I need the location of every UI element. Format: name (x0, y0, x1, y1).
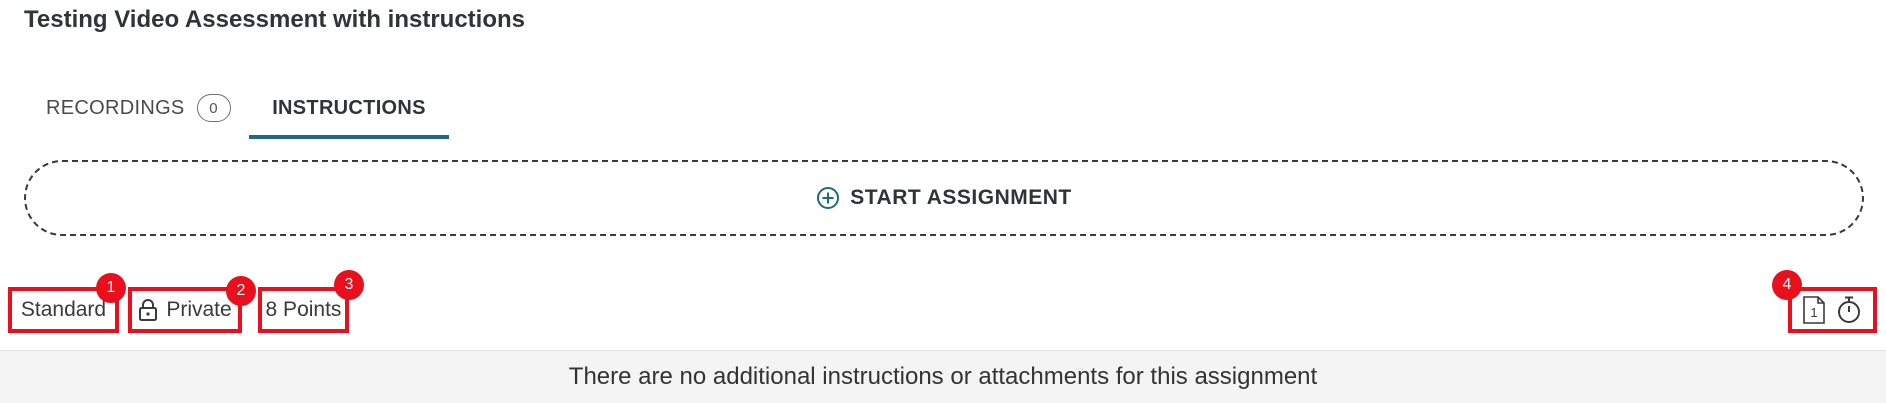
plus-circle-icon (817, 187, 840, 209)
annotation-badge-3: 3 (334, 270, 364, 300)
tab-instructions[interactable]: INSTRUCTIONS (249, 78, 449, 138)
timer-icon[interactable] (1835, 295, 1863, 325)
assignment-points-label: 8 Points (265, 298, 342, 321)
annotation-badge-2: 2 (226, 276, 256, 306)
assignment-type-label: Standard (20, 298, 107, 321)
active-tab-indicator (249, 135, 449, 139)
assignment-visibility-label: Private (166, 298, 232, 321)
assignment-settings-icons: 1 (1788, 287, 1877, 333)
page-count-icon[interactable]: 1 (1802, 295, 1826, 325)
tab-instructions-label: INSTRUCTIONS (272, 96, 426, 119)
assignment-page: Testing Video Assessment with instructio… (0, 0, 1886, 403)
start-assignment-label: START ASSIGNMENT (850, 186, 1072, 209)
page-count-number: 1 (1811, 305, 1818, 320)
recordings-count-badge: 0 (196, 94, 231, 122)
start-assignment-button[interactable]: START ASSIGNMENT (24, 160, 1864, 236)
lock-icon (139, 299, 158, 321)
empty-instructions-text: There are no additional instructions or … (568, 363, 1318, 390)
assignment-visibility: Private (128, 287, 242, 333)
page-title: Testing Video Assessment with instructio… (24, 6, 525, 33)
empty-instructions-message: There are no additional instructions or … (0, 351, 1886, 403)
assignment-points: 8 Points (258, 287, 349, 333)
tab-recordings-label: RECORDINGS (46, 96, 185, 119)
tab-recordings[interactable]: RECORDINGS 0 (24, 78, 234, 138)
tab-bar: RECORDINGS 0 INSTRUCTIONS (24, 78, 524, 139)
annotation-badge-4: 4 (1772, 270, 1802, 300)
annotation-badge-1: 1 (96, 273, 126, 303)
